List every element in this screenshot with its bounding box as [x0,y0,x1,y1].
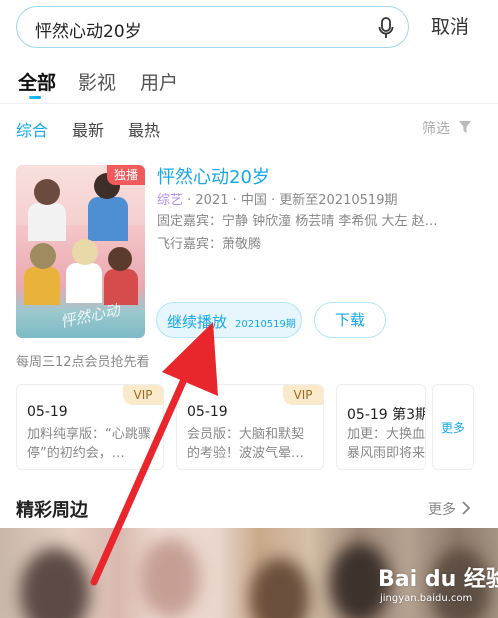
section-title: 精彩周边 [16,500,88,521]
filter-hottest[interactable]: 最热 [128,117,160,141]
poster-logo: 怦然心动 [58,300,122,332]
episode-card[interactable]: VIP 05-19 会员版：大脑和默契的考验！波波气晕… [176,384,324,470]
episode-card[interactable]: VIP 05-19 加料纯享版：“心跳骤停”的初约会，… [16,384,164,470]
funnel-icon[interactable] [458,120,472,134]
episode-card[interactable]: 05-19 第3期 加更：大换血暴风雨即将来 [336,384,426,470]
tab-users[interactable]: 用户 [140,68,178,95]
flying-guests: 飞行嘉宾：萧敬腾 [157,237,262,252]
tab-videos[interactable]: 影视 [78,68,116,95]
exclusive-badge: 独播 [107,165,145,185]
episode-desc: 会员版：大脑和默契的考验！波波气晕… [187,427,305,461]
episode-date: 05-19 第3期 [347,407,426,423]
vip-badge: VIP [283,385,323,405]
tab-all[interactable]: 全部 [18,68,56,95]
filter-comprehensive[interactable]: 综合 [16,117,48,141]
search-bar[interactable]: 怦然心动20岁 [16,6,409,48]
search-input[interactable]: 怦然心动20岁 [35,17,142,42]
episode-desc: 加料纯享版：“心跳骤停”的初约会，… [27,427,151,461]
continue-episode: 20210519期 [235,319,296,330]
section-more-link[interactable]: 更多 [428,499,456,519]
watermark-logo: Bai du 经验 [378,567,498,592]
download-button[interactable]: 下载 [314,302,386,338]
microphone-icon[interactable] [378,17,394,39]
chevron-right-icon[interactable] [461,501,471,515]
watermark: Bai du 经验 jingyan.baidu.com [378,561,498,613]
meta-info: · 2021 · 中国 · 更新至20210519期 [183,193,398,208]
cancel-button[interactable]: 取消 [431,12,469,39]
update-note: 每周三12点会员抢先看 [16,355,150,370]
show-meta: 综艺 · 2021 · 中国 · 更新至20210519期 [157,189,397,208]
active-tab-indicator [29,96,41,99]
divider [0,103,498,104]
genre-link[interactable]: 综艺 [157,193,183,208]
episodes-more-button[interactable]: 更多 [432,384,474,470]
fixed-guests: 固定嘉宾：宁静 钟欣潼 杨芸晴 李希侃 大左 赵… [157,214,438,229]
filter-button[interactable]: 筛选 [422,118,450,138]
filter-latest[interactable]: 最新 [72,117,104,141]
watermark-url: jingyan.baidu.com [380,593,473,604]
show-poster[interactable]: 怦然心动 [16,165,145,338]
episode-desc: 加更：大换血暴风雨即将来 [347,427,426,461]
continue-play-label: 继续播放 [167,313,228,331]
episode-date: 05-19 [27,404,68,420]
show-title[interactable]: 怦然心动20岁 [157,163,270,189]
continue-play-button[interactable]: 继续播放 20210519期 [156,302,302,338]
vip-badge: VIP [123,385,163,405]
episode-date: 05-19 [187,404,228,420]
